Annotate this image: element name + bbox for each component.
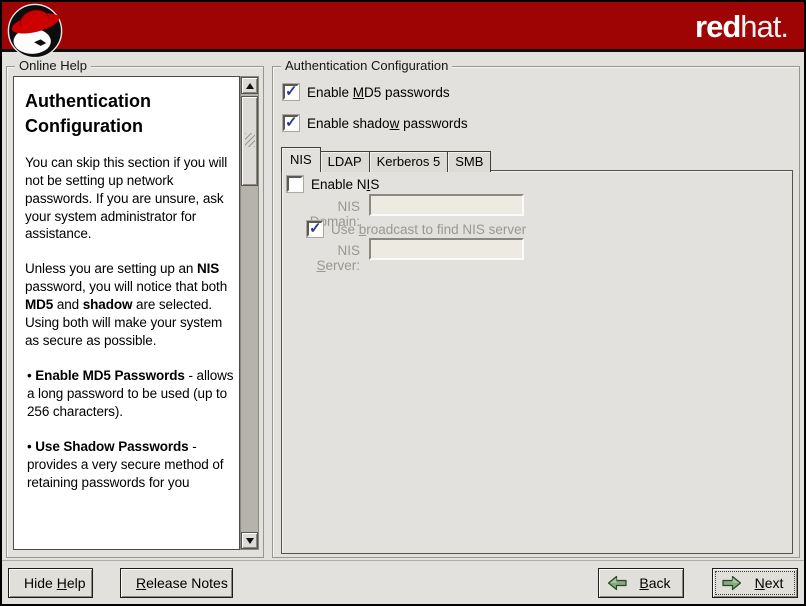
back-arrow-icon xyxy=(607,575,628,591)
back-button[interactable]: Back xyxy=(598,568,684,598)
hide-help-button[interactable]: Hide Help xyxy=(8,568,93,598)
online-help-frame: Online Help Authentication Configuration… xyxy=(6,66,264,558)
help-scrollbar[interactable] xyxy=(240,76,259,550)
wordmark-bold: red xyxy=(695,9,740,44)
auth-config-frame-label: Authentication Configuration xyxy=(281,58,452,73)
next-label: Next xyxy=(749,575,789,591)
tab-ldap[interactable]: LDAP xyxy=(320,151,370,172)
scrollbar-thumb[interactable] xyxy=(241,96,258,186)
enable-nis-checkbox[interactable]: ✓ xyxy=(287,176,303,192)
top-banner: redhat. xyxy=(2,2,804,52)
enable-nis-checkbox-row[interactable]: ✓ Enable NIS xyxy=(287,176,379,192)
tab-smb[interactable]: SMB xyxy=(447,151,491,172)
help-paragraph: Unless you are setting up an NIS passwor… xyxy=(25,260,234,350)
scroll-down-button[interactable] xyxy=(241,532,258,549)
check-icon: ✓ xyxy=(309,219,322,237)
enable-md5-checkbox[interactable]: ✓ xyxy=(283,84,299,100)
back-label: Back xyxy=(635,575,675,591)
nis-domain-input[interactable] xyxy=(369,194,524,216)
help-bullet-shadow: • Use Shadow Passwords - provides a very… xyxy=(27,438,234,492)
hide-help-label: Hide Help xyxy=(24,575,86,591)
enable-md5-checkbox-row[interactable]: ✓ Enable MD5 passwords xyxy=(283,84,450,100)
help-title: Authentication Configuration xyxy=(25,89,234,139)
scroll-up-button[interactable] xyxy=(241,77,258,94)
scrollbar-grip xyxy=(245,133,255,147)
release-notes-button[interactable]: Release Notes xyxy=(120,568,233,598)
arrow-up-icon xyxy=(246,83,254,89)
nis-tab-panel: ✓ Enable NIS NIS Domain: ✓ Use broadcast… xyxy=(281,170,793,554)
enable-nis-label: Enable NIS xyxy=(311,177,379,192)
next-button[interactable]: Next xyxy=(712,568,798,598)
redhat-wordmark: redhat. xyxy=(695,9,788,45)
tab-kerberos5[interactable]: Kerberos 5 xyxy=(369,151,449,172)
enable-md5-label: Enable MD5 passwords xyxy=(307,85,450,100)
use-broadcast-label: Use broadcast to find NIS server xyxy=(331,222,526,237)
nis-server-label: NIS Server: xyxy=(292,243,360,273)
online-help-frame-label: Online Help xyxy=(15,58,91,73)
check-icon: ✓ xyxy=(285,82,298,100)
help-paragraph: You can skip this section if you will no… xyxy=(25,154,234,244)
installer-window: redhat. Online Help Authentication Confi… xyxy=(0,0,806,606)
arrow-down-icon xyxy=(246,538,254,544)
redhat-shadowman-logo-icon xyxy=(7,3,63,59)
nis-server-input[interactable] xyxy=(369,238,524,260)
next-arrow-icon xyxy=(721,575,742,591)
release-notes-label: Release Notes xyxy=(136,575,228,591)
use-broadcast-checkbox[interactable]: ✓ xyxy=(307,221,323,237)
use-broadcast-checkbox-row[interactable]: ✓ Use broadcast to find NIS server xyxy=(307,221,526,237)
wordmark-light: hat. xyxy=(740,9,788,44)
enable-shadow-checkbox[interactable]: ✓ xyxy=(283,115,299,131)
footer-separator xyxy=(2,560,804,562)
enable-shadow-checkbox-row[interactable]: ✓ Enable shadow passwords xyxy=(283,115,468,131)
check-icon: ✓ xyxy=(285,113,298,131)
tab-nis[interactable]: NIS xyxy=(281,147,321,172)
help-bullet-md5: • Enable MD5 Passwords - allows a long p… xyxy=(27,367,234,421)
help-text-viewport: Authentication Configuration You can ski… xyxy=(13,76,240,550)
enable-shadow-label: Enable shadow passwords xyxy=(307,116,468,131)
auth-tabbar: NIS LDAP Kerberos 5 SMB xyxy=(281,147,491,172)
auth-config-frame: Authentication Configuration ✓ Enable MD… xyxy=(272,66,800,558)
